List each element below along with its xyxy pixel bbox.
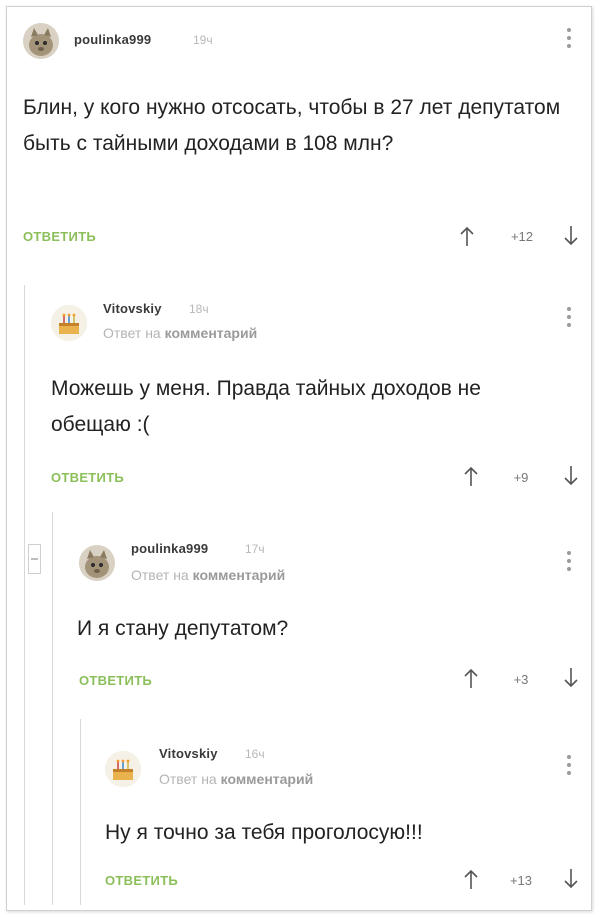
comment-text: Блин, у кого нужно отсосать, чтобы в 27 …: [23, 96, 561, 155]
comment-author[interactable]: poulinka999: [74, 32, 151, 47]
comment-author[interactable]: Vitovskiy: [159, 746, 218, 761]
reply-to-prefix: Ответ на: [159, 771, 217, 787]
comment-time: 19ч: [193, 33, 213, 47]
comment-text: Можешь у меня. Правда тайных доходов не …: [51, 377, 481, 436]
cake-avatar-icon[interactable]: [105, 751, 141, 787]
comment-time: 17ч: [245, 542, 265, 556]
arrow-down-icon[interactable]: [563, 465, 579, 487]
rating-counter: +9: [513, 470, 529, 485]
cat-avatar-icon[interactable]: [79, 545, 115, 581]
reply-button[interactable]: ОТВЕТИТЬ: [79, 673, 152, 688]
arrow-up-icon[interactable]: [463, 667, 479, 689]
thread-line-level-1: [24, 285, 25, 905]
reply-to-label: Ответ на комментарий: [103, 325, 257, 341]
rating-counter: +3: [513, 672, 529, 687]
reply-to-label: Ответ на комментарий: [131, 567, 285, 583]
comment-text: И я стану депутатом?: [77, 617, 289, 640]
reply-button[interactable]: ОТВЕТИТЬ: [23, 229, 96, 244]
arrow-up-icon[interactable]: [463, 465, 479, 487]
arrow-down-icon[interactable]: [563, 225, 579, 247]
reply-to-label: Ответ на комментарий: [159, 771, 313, 787]
comment-time: 16ч: [245, 747, 265, 761]
reply-to-prefix: Ответ на: [103, 325, 161, 341]
thread-line-level-3: [80, 719, 81, 905]
kebab-menu-icon[interactable]: [565, 28, 573, 54]
comments-thread: poulinka999 19ч Блин, у кого нужно отсос…: [6, 6, 592, 911]
comment-author[interactable]: poulinka999: [131, 541, 208, 556]
reply-to-link[interactable]: комментарий: [165, 325, 258, 341]
arrow-up-icon[interactable]: [463, 868, 479, 890]
reply-button[interactable]: ОТВЕТИТЬ: [51, 470, 124, 485]
comment-time: 18ч: [189, 302, 209, 316]
kebab-menu-icon[interactable]: [565, 755, 573, 781]
comment-text: Ну я точно за тебя проголосую!!!: [105, 821, 423, 844]
reply-to-link[interactable]: комментарий: [221, 771, 314, 787]
thread-line-level-2: [52, 512, 53, 905]
reply-button[interactable]: ОТВЕТИТЬ: [105, 873, 178, 888]
kebab-menu-icon[interactable]: [565, 307, 573, 333]
collapse-thread-icon[interactable]: [28, 544, 41, 574]
reply-to-link[interactable]: комментарий: [193, 567, 286, 583]
rating-counter: +13: [509, 873, 533, 888]
cake-avatar-icon[interactable]: [51, 305, 87, 341]
arrow-up-icon[interactable]: [459, 225, 475, 247]
arrow-down-icon[interactable]: [563, 868, 579, 890]
cat-avatar-icon[interactable]: [23, 23, 59, 59]
kebab-menu-icon[interactable]: [565, 551, 573, 577]
comment-author[interactable]: Vitovskiy: [103, 301, 162, 316]
reply-to-prefix: Ответ на: [131, 567, 189, 583]
rating-counter: +12: [510, 229, 534, 244]
arrow-down-icon[interactable]: [563, 667, 579, 689]
